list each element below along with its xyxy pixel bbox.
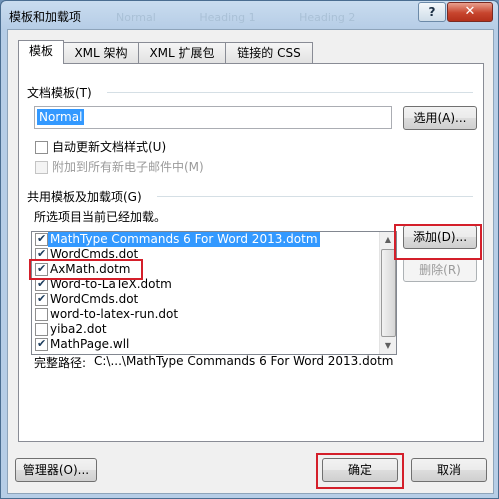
list-item-label: word-to-latex-run.dot (50, 307, 179, 321)
section-divider (157, 196, 473, 197)
loaded-hint: 所选项目当前已经加载。 (34, 210, 167, 224)
auto-update-label: 自动更新文档样式(U) (52, 140, 167, 154)
highlight-ok-button (316, 453, 404, 489)
help-button[interactable]: ? (418, 2, 446, 22)
template-path-input[interactable]: Normal (34, 106, 392, 129)
tab-templates[interactable]: 模板 (18, 40, 64, 64)
tab-linked-css[interactable]: 链接的 CSS (225, 42, 313, 63)
highlight-add-button (394, 224, 482, 260)
list-item[interactable]: ✔ MathPage.wll (32, 337, 380, 352)
check-icon: ✔ (37, 232, 47, 245)
check-icon: ✔ (37, 337, 47, 350)
scroll-thumb[interactable] (381, 249, 396, 337)
full-path-value: C:\...\MathType Commands 6 For Word 2013… (94, 354, 394, 368)
list-item-label: WordCmds.dot (50, 292, 139, 306)
highlight-axmath (29, 259, 143, 280)
ghost-text-1: Normal (116, 11, 156, 24)
list-item[interactable]: ✔ MathType Commands 6 For Word 2013.dotm (32, 232, 380, 247)
global-templates-list[interactable]: ✔ MathType Commands 6 For Word 2013.dotm… (31, 231, 397, 355)
attach-button[interactable]: 选用(A)... (403, 106, 477, 130)
section-divider (107, 92, 473, 93)
close-icon: ✕ (464, 4, 476, 19)
item-checkbox[interactable] (35, 308, 48, 321)
attach-to-email-label: 附加到所有新电子邮件中(M) (52, 160, 204, 174)
list-item[interactable]: word-to-latex-run.dot (32, 307, 380, 322)
organizer-button[interactable]: 管理器(O)... (15, 458, 97, 482)
list-item[interactable]: ✔ WordCmds.dot (32, 292, 380, 307)
cancel-button[interactable]: 取消 (411, 458, 487, 482)
item-checkbox[interactable]: ✔ (35, 337, 48, 351)
item-checkbox[interactable] (35, 323, 48, 336)
ghost-text-2: Heading 1 (199, 11, 256, 24)
check-icon: ✔ (37, 292, 47, 305)
full-path-label: 完整路径: (34, 356, 87, 370)
document-template-label: 文档模板(T) (27, 86, 92, 100)
item-checkbox[interactable]: ✔ (35, 232, 48, 246)
auto-update-checkbox[interactable] (35, 141, 48, 154)
scroll-down-icon[interactable]: ▼ (380, 338, 396, 354)
tab-xml-expansion-packs[interactable]: XML 扩展包 (138, 42, 226, 63)
ghost-text-3: Heading 2 (299, 11, 356, 24)
global-templates-label: 共用模板及加载项(G) (27, 190, 142, 204)
template-path-value: Normal (37, 109, 85, 125)
list-item-label: MathType Commands 6 For Word 2013.dotm (48, 232, 320, 247)
close-button[interactable]: ✕ (447, 2, 493, 22)
list-item-label: MathPage.wll (50, 337, 130, 351)
dialog-title: 模板和加载项 (9, 10, 82, 24)
list-item-label: yiba2.dot (50, 322, 107, 336)
remove-button: 删除(R) (403, 258, 477, 282)
title-bar[interactable]: 模板和加载项 Normal Heading 1 Heading 2 ? ✕ (1, 1, 498, 29)
tab-xml-schema[interactable]: XML 架构 (63, 42, 139, 63)
background-ghost-text: Normal Heading 1 Heading 2 (116, 11, 395, 24)
item-checkbox[interactable]: ✔ (35, 292, 48, 306)
list-item[interactable]: yiba2.dot (32, 322, 380, 337)
attach-to-email-checkbox (35, 161, 48, 174)
